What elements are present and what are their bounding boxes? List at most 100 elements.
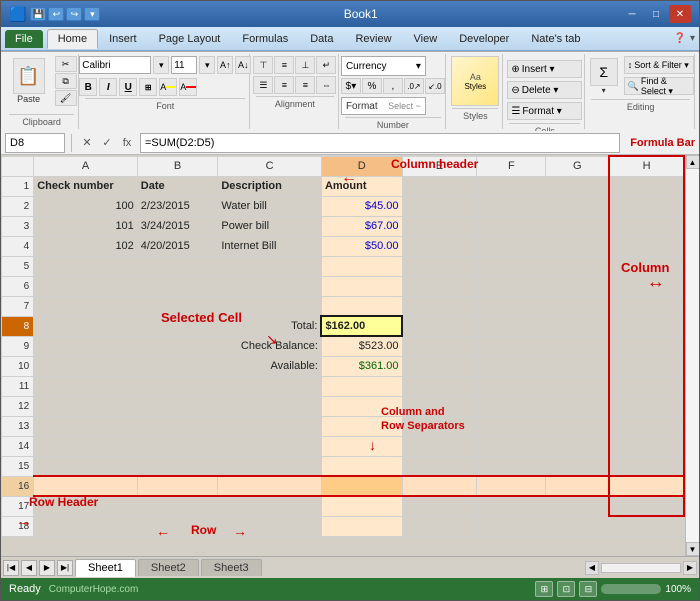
cell-F6[interactable] [477,276,546,296]
cell-F3[interactable] [477,216,546,236]
increase-decimal-button[interactable]: .0↗ [404,78,424,94]
cell-G11[interactable] [546,376,609,396]
sheet-tab-2[interactable]: Sheet2 [138,559,199,576]
cell-E18[interactable] [402,516,477,536]
cell-D7[interactable] [321,296,402,316]
cell-G18[interactable] [546,516,609,536]
col-header-G[interactable]: G [546,156,609,176]
cell-D11[interactable] [321,376,402,396]
cell-C13[interactable] [218,416,322,436]
cell-A13[interactable] [34,416,138,436]
tab-data[interactable]: Data [299,29,344,48]
cell-F5[interactable] [477,256,546,276]
sort-filter-button[interactable]: ↕ Sort & Filter ▾ [624,56,694,74]
cell-H1[interactable] [609,176,684,196]
comma-button[interactable]: , [383,78,403,94]
cell-H15[interactable] [609,456,684,476]
tab-developer[interactable]: Developer [448,29,520,48]
format-button[interactable]: ☰ Format ▾ [507,102,582,120]
cell-C16[interactable] [218,476,322,496]
cell-H13[interactable] [609,416,684,436]
cell-F18[interactable] [477,516,546,536]
cell-H12[interactable] [609,396,684,416]
cell-A2[interactable]: 100 [34,196,138,216]
insert-button[interactable]: ⊕ Insert ▾ [507,60,582,78]
cell-F12[interactable] [477,396,546,416]
align-right-button[interactable]: ≡ [295,76,315,94]
cell-E14[interactable] [402,436,477,456]
zoom-slider[interactable] [601,584,661,594]
decrease-decimal-button[interactable]: ↙.0 [425,78,445,94]
redo-icon[interactable]: ↪ [66,7,82,21]
cell-E10[interactable] [402,356,477,376]
cell-A18[interactable] [34,516,138,536]
cell-H5[interactable] [609,256,684,276]
cell-B13[interactable] [137,416,218,436]
cell-A10[interactable] [34,356,138,376]
find-select-button[interactable]: 🔍 Find & Select ▾ [624,77,694,95]
border-button[interactable]: ⊞ [139,78,157,96]
scroll-left-button[interactable]: ◀ [585,561,599,575]
cell-G7[interactable] [546,296,609,316]
cell-B17[interactable] [137,496,218,516]
cell-D1[interactable]: Amount [321,176,402,196]
ribbon-minimize-icon[interactable]: ▾ [690,33,695,44]
cell-E4[interactable] [402,236,477,256]
cell-B6[interactable] [137,276,218,296]
cell-A9[interactable] [34,336,138,356]
cell-D18[interactable] [321,516,402,536]
col-header-C[interactable]: C [218,156,322,176]
col-header-D[interactable]: D [321,156,402,176]
percent-button[interactable]: % [362,78,382,94]
cell-E16[interactable] [402,476,477,496]
formula-input[interactable]: =SUM(D2:D5) [140,133,620,153]
cell-F16[interactable] [477,476,546,496]
cell-F10[interactable] [477,356,546,376]
cell-H17[interactable] [609,496,684,516]
cell-H3[interactable] [609,216,684,236]
cell-C1[interactable]: Description [218,176,322,196]
cell-D4[interactable]: $50.00 [321,236,402,256]
tab-view[interactable]: View [403,29,449,48]
cell-H10[interactable] [609,356,684,376]
close-button[interactable]: ✕ [669,5,691,23]
cell-C12[interactable] [218,396,322,416]
cell-B14[interactable] [137,436,218,456]
vertical-scrollbar[interactable]: ▲ ▼ [685,155,699,556]
help-icon[interactable]: ❓ [674,33,686,44]
cell-C14[interactable] [218,436,322,456]
cell-C9[interactable]: Check Balance: [218,336,322,356]
cell-E8[interactable] [402,316,477,336]
cell-B3[interactable]: 3/24/2015 [137,216,218,236]
cell-A11[interactable] [34,376,138,396]
cell-D17[interactable] [321,496,402,516]
cell-F7[interactable] [477,296,546,316]
cell-G1[interactable] [546,176,609,196]
col-header-E[interactable]: E [402,156,477,176]
cell-A4[interactable]: 102 [34,236,138,256]
cell-E2[interactable] [402,196,477,216]
format-painter-button[interactable]: 🖌 [55,90,77,106]
cell-C6[interactable] [218,276,322,296]
cell-E7[interactable] [402,296,477,316]
cut-button[interactable]: ✂ [55,56,77,72]
cell-F2[interactable] [477,196,546,216]
cell-D5[interactable] [321,256,402,276]
confirm-formula-button[interactable]: ✓ [98,134,116,152]
copy-button[interactable]: ⧉ [55,73,77,89]
cell-H9[interactable] [609,336,684,356]
wrap-text-button[interactable]: ↵ [316,56,336,74]
increase-font-btn[interactable]: A↑ [217,56,233,74]
col-header-F[interactable]: F [477,156,546,176]
align-top-button[interactable]: ⊤ [253,56,273,74]
currency-button[interactable]: $▾ [341,78,361,94]
col-header-H[interactable]: H [609,156,684,176]
cell-G5[interactable] [546,256,609,276]
scroll-track[interactable] [686,169,700,542]
cell-C5[interactable] [218,256,322,276]
align-center-button[interactable]: ≡ [274,76,294,94]
cell-B4[interactable]: 4/20/2015 [137,236,218,256]
font-size-dropdown[interactable]: ▾ [199,56,215,74]
cell-E3[interactable] [402,216,477,236]
font-name-selector[interactable]: Calibri [79,56,151,74]
